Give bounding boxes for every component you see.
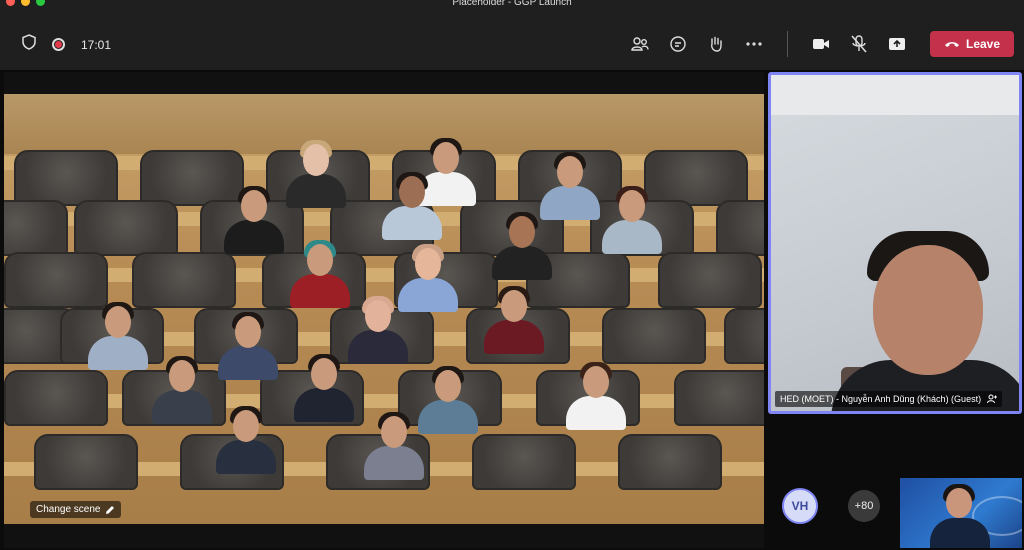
participant bbox=[348, 296, 408, 364]
speaker-head bbox=[873, 245, 983, 375]
seat bbox=[602, 308, 706, 364]
seat bbox=[4, 200, 68, 256]
phone-icon bbox=[944, 42, 959, 47]
seat bbox=[74, 200, 178, 256]
leave-button[interactable]: Leave bbox=[930, 31, 1014, 57]
seat bbox=[674, 370, 764, 426]
guest-icon bbox=[987, 394, 998, 404]
participant bbox=[218, 312, 278, 380]
change-scene-label: Change scene bbox=[36, 504, 101, 515]
participant bbox=[88, 302, 148, 370]
auditorium-background bbox=[4, 94, 764, 524]
seat bbox=[472, 434, 576, 490]
shield-icon[interactable] bbox=[22, 34, 36, 55]
toolbar-divider bbox=[787, 31, 788, 57]
pencil-icon bbox=[105, 505, 114, 514]
more-icon bbox=[746, 42, 762, 46]
chat-icon bbox=[670, 36, 686, 52]
participant bbox=[382, 172, 442, 240]
recording-icon bbox=[52, 38, 65, 51]
mic-off-icon bbox=[851, 35, 867, 53]
meeting-timer: 17:01 bbox=[81, 37, 112, 52]
overflow-count: +80 bbox=[854, 500, 874, 512]
share-icon bbox=[889, 38, 905, 50]
more-participants-button[interactable]: +80 bbox=[848, 490, 880, 522]
seat bbox=[724, 308, 764, 364]
chat-button[interactable] bbox=[659, 30, 697, 58]
thumbnail-head bbox=[946, 488, 972, 518]
people-button[interactable] bbox=[621, 30, 659, 58]
participant bbox=[294, 354, 354, 422]
participant bbox=[484, 286, 544, 354]
window-title: Placeholder - GGP Launch bbox=[452, 0, 572, 8]
seat bbox=[14, 150, 118, 206]
seat bbox=[618, 434, 722, 490]
participant bbox=[418, 366, 478, 434]
raise-hand-icon bbox=[711, 36, 722, 52]
gallery-strip: VH +80 bbox=[768, 478, 1022, 548]
spotlight-video-tile[interactable]: HED (MOET) - Nguyễn Anh Dũng (Khách) (Gu… bbox=[768, 72, 1022, 414]
seat bbox=[4, 370, 108, 426]
participant-video-thumbnail[interactable] bbox=[900, 478, 1022, 548]
participant bbox=[364, 412, 424, 480]
raise-hand-button[interactable] bbox=[697, 30, 735, 58]
camera-button[interactable] bbox=[802, 30, 840, 58]
seat bbox=[132, 252, 236, 308]
participant bbox=[224, 186, 284, 254]
leave-label: Leave bbox=[965, 37, 1001, 51]
thumbnail-body bbox=[930, 518, 990, 548]
room-ceiling bbox=[771, 75, 1019, 115]
participant bbox=[602, 186, 662, 254]
people-icon bbox=[631, 37, 649, 51]
more-button[interactable] bbox=[735, 30, 773, 58]
participant-name-label: HED (MOET) - Nguyễn Anh Dũng (Khách) (Gu… bbox=[775, 391, 1003, 407]
mic-button[interactable] bbox=[840, 30, 878, 58]
meeting-toolbar: 17:01 Leave bbox=[0, 10, 1024, 70]
avatar-initials: VH bbox=[791, 499, 809, 513]
participant bbox=[152, 356, 212, 424]
camera-icon bbox=[813, 39, 829, 49]
participant bbox=[286, 140, 346, 208]
participant bbox=[566, 362, 626, 430]
participant bbox=[540, 152, 600, 220]
title-bar: Placeholder - GGP Launch bbox=[0, 0, 1024, 10]
share-button[interactable] bbox=[878, 30, 916, 58]
seat bbox=[34, 434, 138, 490]
participant bbox=[216, 406, 276, 474]
wall bbox=[4, 94, 764, 154]
participant-name: HED (MOET) - Nguyễn Anh Dũng (Khách) (Gu… bbox=[780, 394, 982, 404]
seat bbox=[658, 252, 762, 308]
avatar[interactable]: VH bbox=[782, 488, 818, 524]
seat bbox=[4, 252, 108, 308]
participant bbox=[492, 212, 552, 280]
seat bbox=[716, 200, 764, 256]
together-mode-stage: Change scene bbox=[4, 72, 764, 548]
participant bbox=[290, 240, 350, 308]
change-scene-button[interactable]: Change scene bbox=[30, 501, 121, 518]
